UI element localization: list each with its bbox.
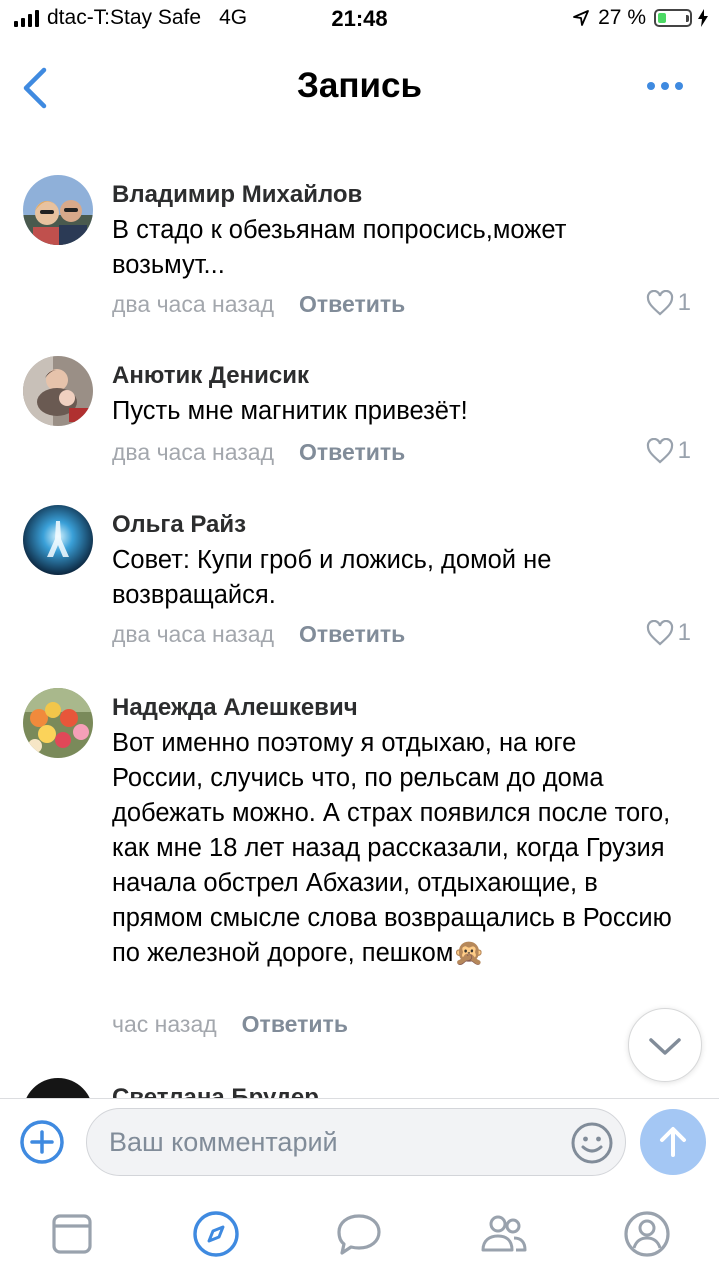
like-count: 1	[677, 437, 691, 464]
reply-button[interactable]: Ответить	[242, 1011, 348, 1038]
heart-icon	[646, 620, 673, 646]
comment-time: два часа назад	[112, 439, 275, 465]
reply-button[interactable]: Ответить	[299, 291, 405, 318]
like-button[interactable]: 1	[646, 289, 691, 317]
comment-text: В стадо к обезьянам попросись,может возь…	[112, 216, 567, 279]
avatar[interactable]	[23, 356, 93, 426]
send-arrow-icon	[660, 1127, 686, 1157]
comment-author[interactable]: Анютик Денисик	[112, 362, 309, 390]
like-count: 1	[677, 619, 691, 646]
chevron-down-icon	[649, 1038, 681, 1055]
battery-icon	[654, 9, 692, 27]
charging-icon	[698, 9, 708, 27]
page-title: Запись	[296, 66, 423, 105]
comment-time: два часа назад	[112, 291, 275, 317]
comment-author[interactable]: Владимир Михайлов	[112, 181, 362, 209]
reply-button[interactable]: Ответить	[299, 439, 405, 466]
comment-author[interactable]: Надежда Алешкевич	[112, 694, 358, 722]
reply-button[interactable]: Ответить	[299, 621, 405, 648]
comment-item: Светлана Брудер	[0, 1076, 719, 1098]
like-button[interactable]: 1	[646, 619, 691, 647]
comment-meta: два часа назад Ответить	[112, 291, 405, 318]
heart-icon	[646, 438, 673, 464]
send-button[interactable]	[640, 1109, 706, 1175]
battery-percent: 27 %	[598, 6, 646, 29]
comment-text: Вот именно поэтому я отдыхаю, на юге Рос…	[112, 729, 672, 967]
smile-icon[interactable]	[570, 1121, 614, 1165]
messages-icon[interactable]	[333, 1208, 385, 1260]
location-icon	[573, 10, 590, 26]
avatar[interactable]	[23, 175, 93, 245]
discover-icon[interactable]	[190, 1208, 242, 1260]
comment-composer	[0, 1098, 719, 1185]
more-horizontal-icon[interactable]	[647, 82, 683, 90]
comment-time: час назад	[112, 1011, 217, 1037]
comment-author[interactable]: Ольга Райз	[112, 511, 246, 539]
avatar[interactable]	[23, 688, 93, 758]
comment-meta: два часа назад Ответить	[112, 621, 405, 648]
comment-time: два часа назад	[112, 621, 275, 647]
status-right: 27 %	[572, 6, 709, 30]
like-count: 1	[677, 289, 691, 316]
comment-meta: час назад Ответить	[112, 1011, 348, 1038]
scroll-down-button[interactable]	[628, 1008, 702, 1082]
avatar[interactable]	[23, 505, 93, 575]
profile-icon[interactable]	[621, 1208, 673, 1260]
navigation-bar: Запись	[0, 40, 719, 140]
comment-meta: два часа назад Ответить	[112, 439, 405, 466]
comment-input[interactable]	[86, 1108, 626, 1176]
tab-bar	[0, 1184, 719, 1280]
comment-text: Совет: Купи гроб и ложись, домой не возв…	[112, 546, 552, 609]
comment-author[interactable]: Светлана Брудер	[112, 1084, 319, 1098]
friends-icon[interactable]	[478, 1208, 530, 1260]
avatar[interactable]	[23, 1078, 93, 1098]
status-bar: dtac-T:Stay Safe 4G 21:48 27 %	[0, 0, 719, 40]
comment-text: Пусть мне магнитик привезёт!	[112, 397, 468, 425]
heart-icon	[646, 290, 673, 316]
like-button[interactable]: 1	[646, 437, 691, 465]
plus-circle-icon[interactable]	[19, 1119, 65, 1165]
news-icon[interactable]	[46, 1208, 98, 1260]
